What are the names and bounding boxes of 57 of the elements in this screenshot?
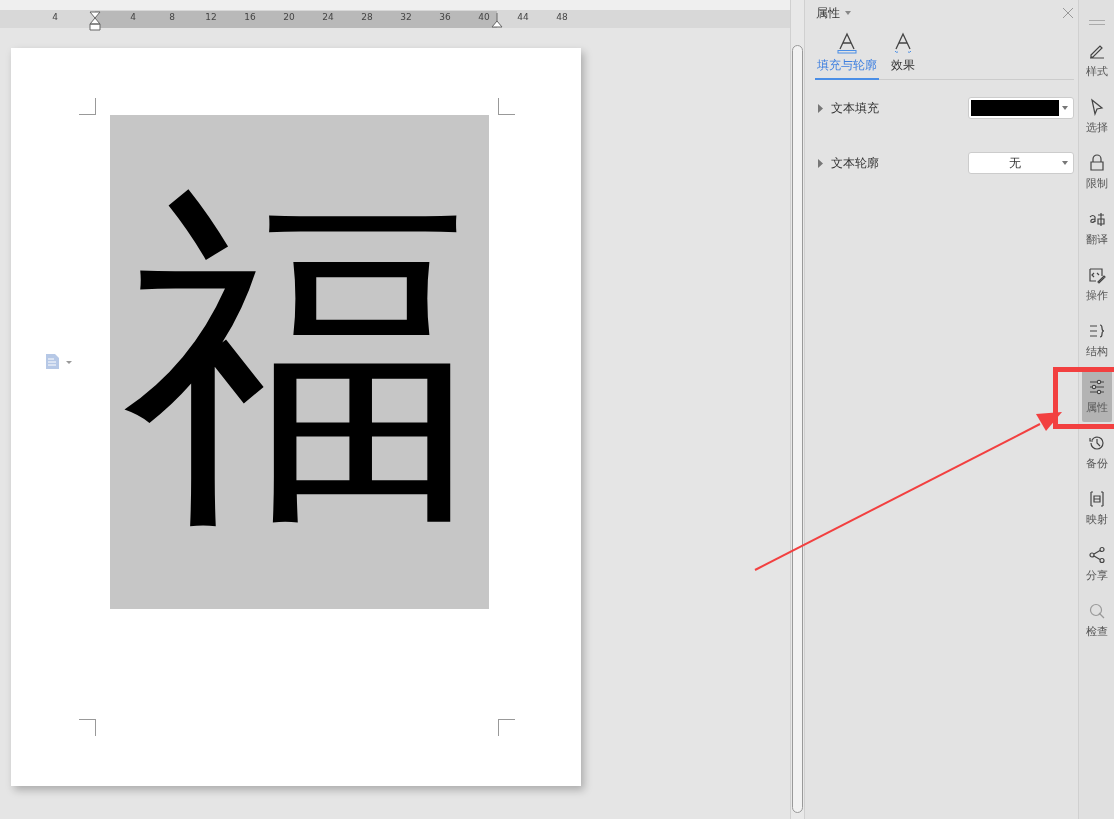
frame-icon (1087, 489, 1106, 508)
ruler-label: 8 (168, 12, 176, 22)
panel-title[interactable]: 属性 (816, 4, 840, 22)
expand-arrow-icon[interactable] (818, 158, 824, 168)
ruler-label: 12 (204, 12, 218, 22)
scrollbar[interactable] (790, 0, 805, 819)
ruler-label: 36 (438, 12, 452, 22)
indent-marker-icon[interactable] (89, 11, 101, 31)
caret-icon (1062, 161, 1068, 165)
corner-mark (498, 719, 515, 736)
search-icon (1087, 601, 1106, 620)
sidebar-tool[interactable]: 样式 (1081, 34, 1112, 86)
sidebar-tool[interactable]: 属性 (1081, 370, 1112, 422)
ruler-label: 16 (243, 12, 257, 22)
ruler-label: 4 (51, 12, 59, 22)
ruler-label: 48 (555, 12, 569, 22)
ruler-label: 20 (282, 12, 296, 22)
list-icon (1087, 321, 1106, 340)
close-icon[interactable] (1062, 7, 1074, 19)
corner-mark (79, 98, 96, 115)
color-dropdown[interactable] (968, 97, 1074, 119)
caret-icon[interactable] (844, 10, 852, 16)
property-label: 文本轮廓 (831, 154, 879, 172)
ruler-label: 4 (129, 12, 137, 22)
ruler-label: 28 (360, 12, 374, 22)
sidebar-tool[interactable]: 检查 (1081, 594, 1112, 646)
letter-a-icon (837, 32, 857, 54)
sidebar-tool[interactable]: 限制 (1081, 146, 1112, 198)
expand-arrow-icon[interactable] (818, 103, 824, 113)
ruler-label: 44 (516, 12, 530, 22)
sliders-icon (1087, 377, 1106, 396)
highlight-frame (1053, 367, 1114, 429)
ruler-label: 40 (477, 12, 491, 22)
letter-a-icon (893, 32, 913, 54)
history-icon (1087, 433, 1106, 452)
sidebar-tool[interactable]: 翻译 (1081, 202, 1112, 254)
sidebar-tool[interactable]: 操作 (1081, 258, 1112, 310)
outline-dropdown[interactable]: 无 (968, 152, 1074, 174)
caret-icon (1062, 106, 1068, 110)
corner-mark (79, 719, 96, 736)
grip-icon[interactable] (1088, 20, 1105, 25)
code-icon (1087, 265, 1106, 284)
sidebar-tool[interactable]: 分享 (1081, 538, 1112, 590)
ruler-label: 24 (321, 12, 335, 22)
ruler-label: 32 (399, 12, 413, 22)
corner-mark (498, 98, 515, 115)
character-text: 福 (124, 187, 475, 537)
indent-marker-icon[interactable] (491, 12, 503, 28)
panel-tab[interactable]: 填充与轮廓 (815, 26, 879, 80)
sidebar-tool[interactable]: 选择 (1081, 90, 1112, 142)
panel-tab[interactable]: 效果 (889, 26, 917, 80)
sidebar-tool[interactable]: 结构 (1081, 314, 1112, 366)
share-icon (1087, 545, 1106, 564)
sidebar-tool[interactable]: 映射 (1081, 482, 1112, 534)
property-label: 文本填充 (831, 99, 879, 117)
sidebar-tool[interactable]: 备份 (1081, 426, 1112, 478)
lock-icon (1087, 153, 1106, 172)
